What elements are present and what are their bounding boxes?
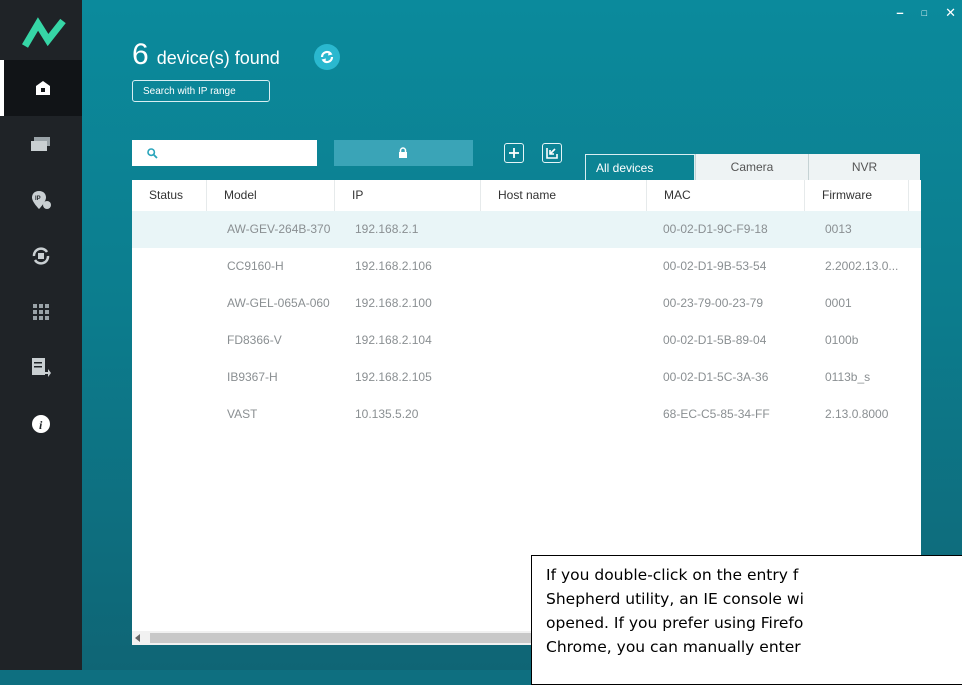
tab-camera[interactable]: Camera	[695, 154, 808, 180]
refresh-button[interactable]	[314, 44, 340, 70]
cell-model: AW-GEL-065A-060	[227, 296, 330, 310]
sidebar-item-report[interactable]	[0, 340, 82, 396]
sidebar-item-ip[interactable]: IP	[0, 172, 82, 228]
cell-ip: 192.168.2.100	[355, 296, 432, 310]
cell-mac: 68-EC-C5-85-34-FF	[663, 407, 770, 421]
cell-ip: 192.168.2.106	[355, 259, 432, 273]
refresh-icon	[320, 50, 334, 64]
ip-pin-icon: IP	[32, 191, 51, 209]
maximize-button[interactable]: □	[922, 6, 927, 20]
column-model[interactable]: Model	[207, 180, 335, 211]
sidebar-item-devices[interactable]	[0, 116, 82, 172]
svg-text:IP: IP	[35, 196, 41, 202]
cell-mac: 00-23-79-00-23-79	[663, 296, 764, 310]
credentials-button[interactable]	[334, 140, 473, 166]
sidebar-item-info[interactable]: i	[0, 396, 82, 452]
callout-line: Shepherd utility, an IE console wi	[546, 590, 804, 608]
callout-line: Chrome, you can manually enter	[546, 638, 801, 656]
import-button[interactable]	[542, 143, 562, 163]
cell-model: CC9160-H	[227, 259, 284, 273]
sidebar-item-sync[interactable]	[0, 228, 82, 284]
cell-firmware: 0001	[825, 296, 852, 310]
tab-all-devices[interactable]: All devices	[585, 154, 695, 180]
report-export-icon	[32, 358, 51, 377]
device-tabs: All devices Camera NVR	[585, 154, 920, 180]
cell-ip: 192.168.2.1	[355, 222, 419, 236]
sidebar-item-home[interactable]	[0, 60, 82, 116]
search-ip-range-button[interactable]: Search with IP range	[132, 80, 270, 102]
cell-ip: 192.168.2.104	[355, 333, 432, 347]
table-row[interactable]: AW-GEV-264B-370 192.168.2.1 00-02-D1-9C-…	[132, 211, 921, 248]
grid-icon	[33, 304, 49, 320]
logo-icon	[22, 17, 66, 48]
cell-model: IB9367-H	[227, 370, 278, 384]
callout-line: opened. If you prefer using Firefo	[546, 614, 804, 632]
cell-ip: 10.135.5.20	[355, 407, 419, 421]
search-icon	[147, 148, 158, 159]
column-ip[interactable]: IP	[335, 180, 481, 211]
plus-icon	[509, 148, 519, 158]
page-title: 6 device(s) found	[132, 38, 280, 72]
window-controls: – □ ✕	[896, 6, 956, 20]
sidebar-item-grid[interactable]	[0, 284, 82, 340]
cell-ip: 192.168.2.105	[355, 370, 432, 384]
cell-firmware: 0100b	[825, 333, 859, 347]
cell-model: VAST	[227, 407, 258, 421]
cell-firmware: 0113b_s	[825, 370, 871, 384]
sidebar: IP i	[0, 0, 82, 670]
import-icon	[546, 148, 558, 159]
table-row[interactable]: IB9367-H 192.168.2.105 00-02-D1-5C-3A-36…	[132, 359, 921, 396]
table-row[interactable]: AW-GEL-065A-060 192.168.2.100 00-23-79-0…	[132, 285, 921, 322]
cell-mac: 00-02-D1-5C-3A-36	[663, 370, 769, 384]
column-firmware[interactable]: Firmware	[805, 180, 909, 211]
callout-line: If you double-click on the entry f	[546, 566, 799, 584]
cell-model: FD8366-V	[227, 333, 282, 347]
device-count-label: device(s) found	[156, 48, 280, 68]
cell-firmware: 0013	[825, 222, 852, 236]
cell-mac: 00-02-D1-9C-F9-18	[663, 222, 768, 236]
info-icon: i	[32, 415, 50, 433]
search-input[interactable]	[132, 140, 317, 166]
minimize-button[interactable]: –	[896, 6, 903, 20]
home-icon	[36, 81, 50, 95]
lock-icon	[399, 147, 407, 158]
add-device-button[interactable]	[504, 143, 524, 163]
cell-model: AW-GEV-264B-370	[227, 222, 331, 236]
close-button[interactable]: ✕	[945, 6, 956, 20]
cell-firmware: 2.13.0.8000	[825, 407, 889, 421]
scroll-left-icon[interactable]	[135, 634, 140, 642]
table-row[interactable]: CC9160-H 192.168.2.106 00-02-D1-9B-53-54…	[132, 248, 921, 285]
table-row[interactable]: FD8366-V 192.168.2.104 00-02-D1-5B-89-04…	[132, 322, 921, 359]
sync-icon	[32, 247, 50, 265]
table-header: Status Model IP Host name MAC Firmware	[132, 180, 921, 212]
device-count: 6	[132, 38, 149, 71]
column-mac[interactable]: MAC	[647, 180, 805, 211]
instruction-callout: If you double-click on the entry f Sheph…	[531, 555, 962, 685]
cell-firmware: 2.2002.13.0...	[825, 259, 899, 273]
cell-mac: 00-02-D1-9B-53-54	[663, 259, 767, 273]
tab-nvr[interactable]: NVR	[808, 154, 920, 180]
cell-mac: 00-02-D1-5B-89-04	[663, 333, 767, 347]
column-status[interactable]: Status	[132, 180, 207, 211]
column-host-name[interactable]: Host name	[481, 180, 647, 211]
devices-icon	[31, 137, 50, 151]
table-row[interactable]: VAST 10.135.5.20 68-EC-C5-85-34-FF 2.13.…	[132, 396, 921, 433]
